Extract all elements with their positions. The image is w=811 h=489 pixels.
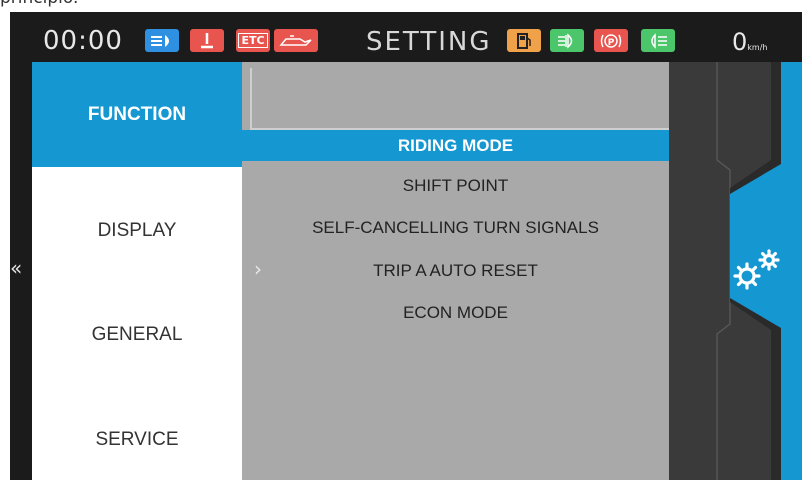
position-light-icon bbox=[641, 29, 675, 52]
preview-frame bbox=[250, 68, 671, 130]
etc-label: ETC bbox=[238, 33, 268, 48]
svg-text:P: P bbox=[608, 38, 615, 48]
submenu-item-turn-signals[interactable]: SELF-CANCELLING TURN SIGNALS bbox=[242, 212, 669, 243]
speed-unit: km/h bbox=[747, 43, 768, 52]
etc-icon: ETC bbox=[236, 29, 270, 52]
fog-light-icon bbox=[550, 29, 584, 52]
back-arrow-icon[interactable]: « bbox=[10, 256, 22, 280]
submenu-item-trip-a-auto-reset[interactable]: TRIP A AUTO RESET bbox=[242, 255, 669, 286]
headlight-icon bbox=[145, 29, 179, 52]
status-bar: 00:00 ETC SETTING P 0km/h bbox=[10, 12, 802, 62]
forward-arrow-icon: › bbox=[254, 257, 262, 281]
dashboard-screen: 00:00 ETC SETTING P 0km/h « FUNCTION DIS… bbox=[10, 12, 802, 480]
submenu-item-riding-mode[interactable]: RIDING MODE bbox=[242, 130, 669, 161]
fuel-icon bbox=[507, 29, 541, 52]
menu-item-general[interactable]: GENERAL bbox=[32, 300, 242, 370]
oil-warning-icon bbox=[274, 29, 318, 52]
warning-icon bbox=[190, 29, 224, 52]
menu-item-function[interactable]: FUNCTION bbox=[32, 62, 242, 167]
menu-item-service[interactable]: SERVICE bbox=[32, 405, 242, 475]
parking-brake-icon: P bbox=[594, 29, 628, 52]
screen-title: SETTING bbox=[366, 27, 492, 57]
speed-value: 0 bbox=[732, 28, 748, 56]
caption-text: principio. bbox=[0, 0, 78, 8]
clock: 00:00 bbox=[43, 26, 123, 56]
submenu-item-econ-mode[interactable]: ECON MODE bbox=[242, 297, 669, 328]
submenu-item-shift-point[interactable]: SHIFT POINT bbox=[242, 170, 669, 201]
settings-side-panel bbox=[669, 62, 802, 480]
submenu-panel: RIDING MODE SHIFT POINT SELF-CANCELLING … bbox=[242, 62, 671, 480]
speedometer: 0km/h bbox=[732, 28, 767, 56]
gear-icon bbox=[733, 249, 780, 290]
menu-item-display[interactable]: DISPLAY bbox=[32, 196, 242, 266]
main-menu: FUNCTION DISPLAY GENERAL SERVICE bbox=[32, 62, 242, 480]
